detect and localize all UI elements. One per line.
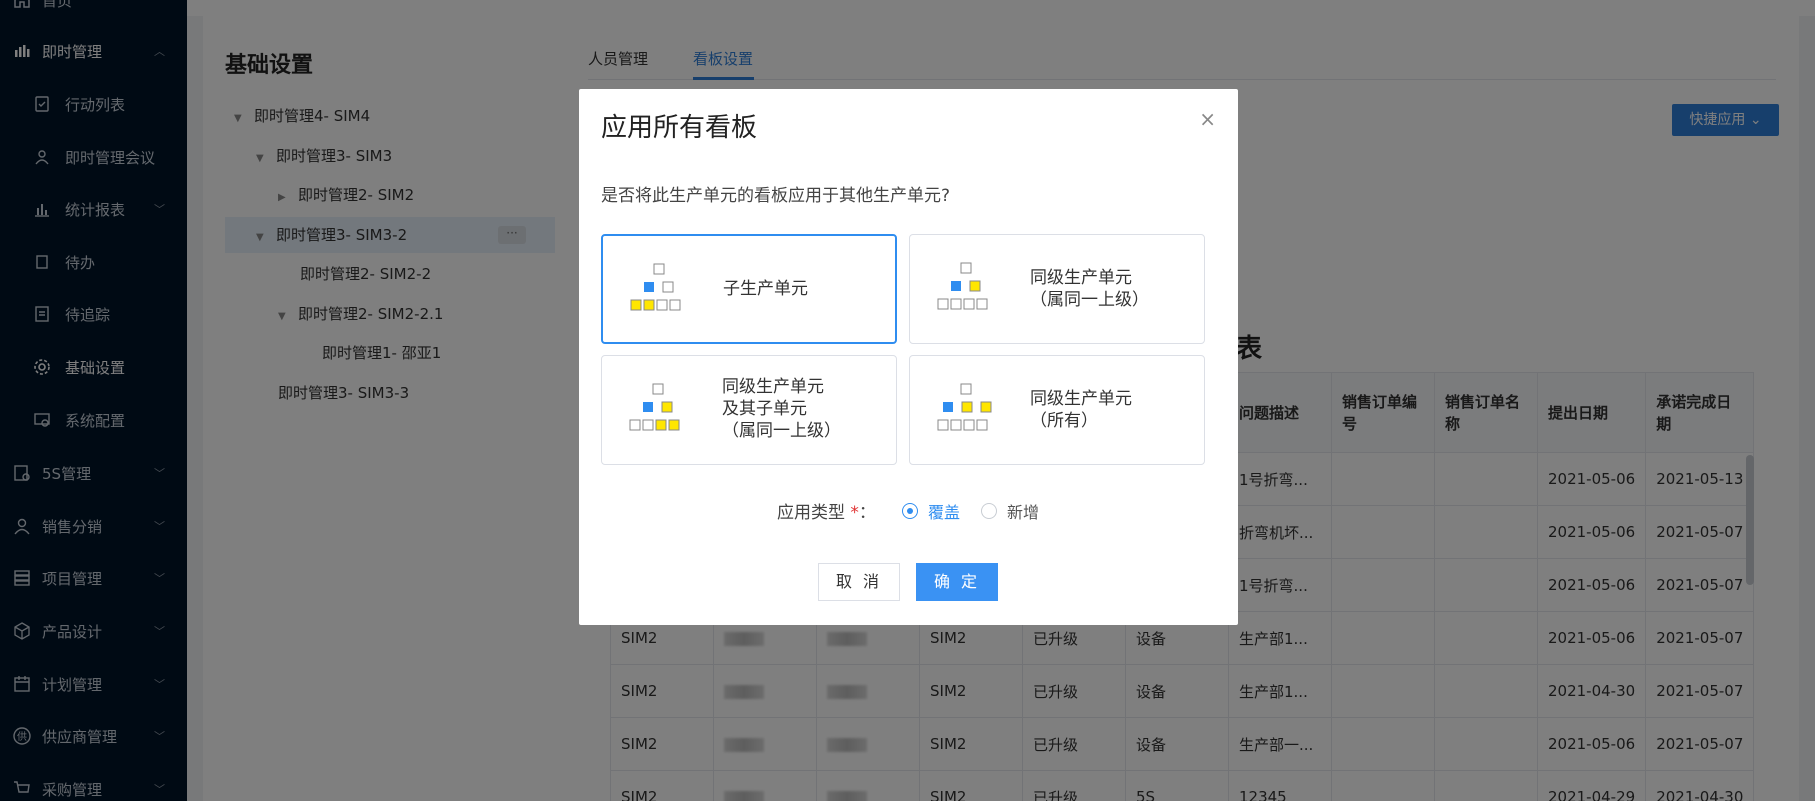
- hierarchy-diagram-icon: [937, 262, 988, 310]
- apply-type-label: 应用类型 *：: [777, 503, 876, 523]
- modal-question: 是否将此生产单元的看板应用于其他生产单元?: [601, 186, 951, 206]
- option-sibling-and-children[interactable]: 同级生产单元 及其子单元 （属同一上级）: [601, 355, 897, 465]
- option-child-units[interactable]: 子生产单元: [601, 234, 897, 344]
- option-label: 同级生产单元 （所有）: [1030, 389, 1132, 431]
- option-all-siblings[interactable]: 同级生产单元 （所有）: [909, 355, 1205, 465]
- required-mark: *: [850, 503, 859, 523]
- radio-overwrite[interactable]: 覆盖: [902, 499, 960, 523]
- radio-dot-icon: [902, 503, 918, 519]
- option-sibling-units[interactable]: 同级生产单元 （属同一上级）: [909, 234, 1205, 344]
- modal-title: 应用所有看板: [601, 113, 758, 143]
- option-label: 同级生产单元 及其子单元 （属同一上级）: [722, 377, 841, 441]
- hierarchy-diagram-icon: [629, 383, 680, 431]
- close-icon[interactable]: ×: [1199, 107, 1216, 131]
- apply-all-boards-modal: 应用所有看板 × 是否将此生产单元的看板应用于其他生产单元? 子生产单元 同级生…: [579, 89, 1238, 625]
- option-label: 同级生产单元 （属同一上级）: [1030, 268, 1149, 310]
- cancel-button[interactable]: 取 消: [818, 563, 900, 601]
- hierarchy-diagram-icon: [630, 263, 681, 311]
- radio-dot-icon: [981, 503, 997, 519]
- hierarchy-diagram-icon: [937, 383, 992, 431]
- confirm-button[interactable]: 确 定: [916, 563, 998, 601]
- radio-add[interactable]: 新增: [981, 499, 1039, 523]
- option-label: 子生产单元: [723, 279, 808, 299]
